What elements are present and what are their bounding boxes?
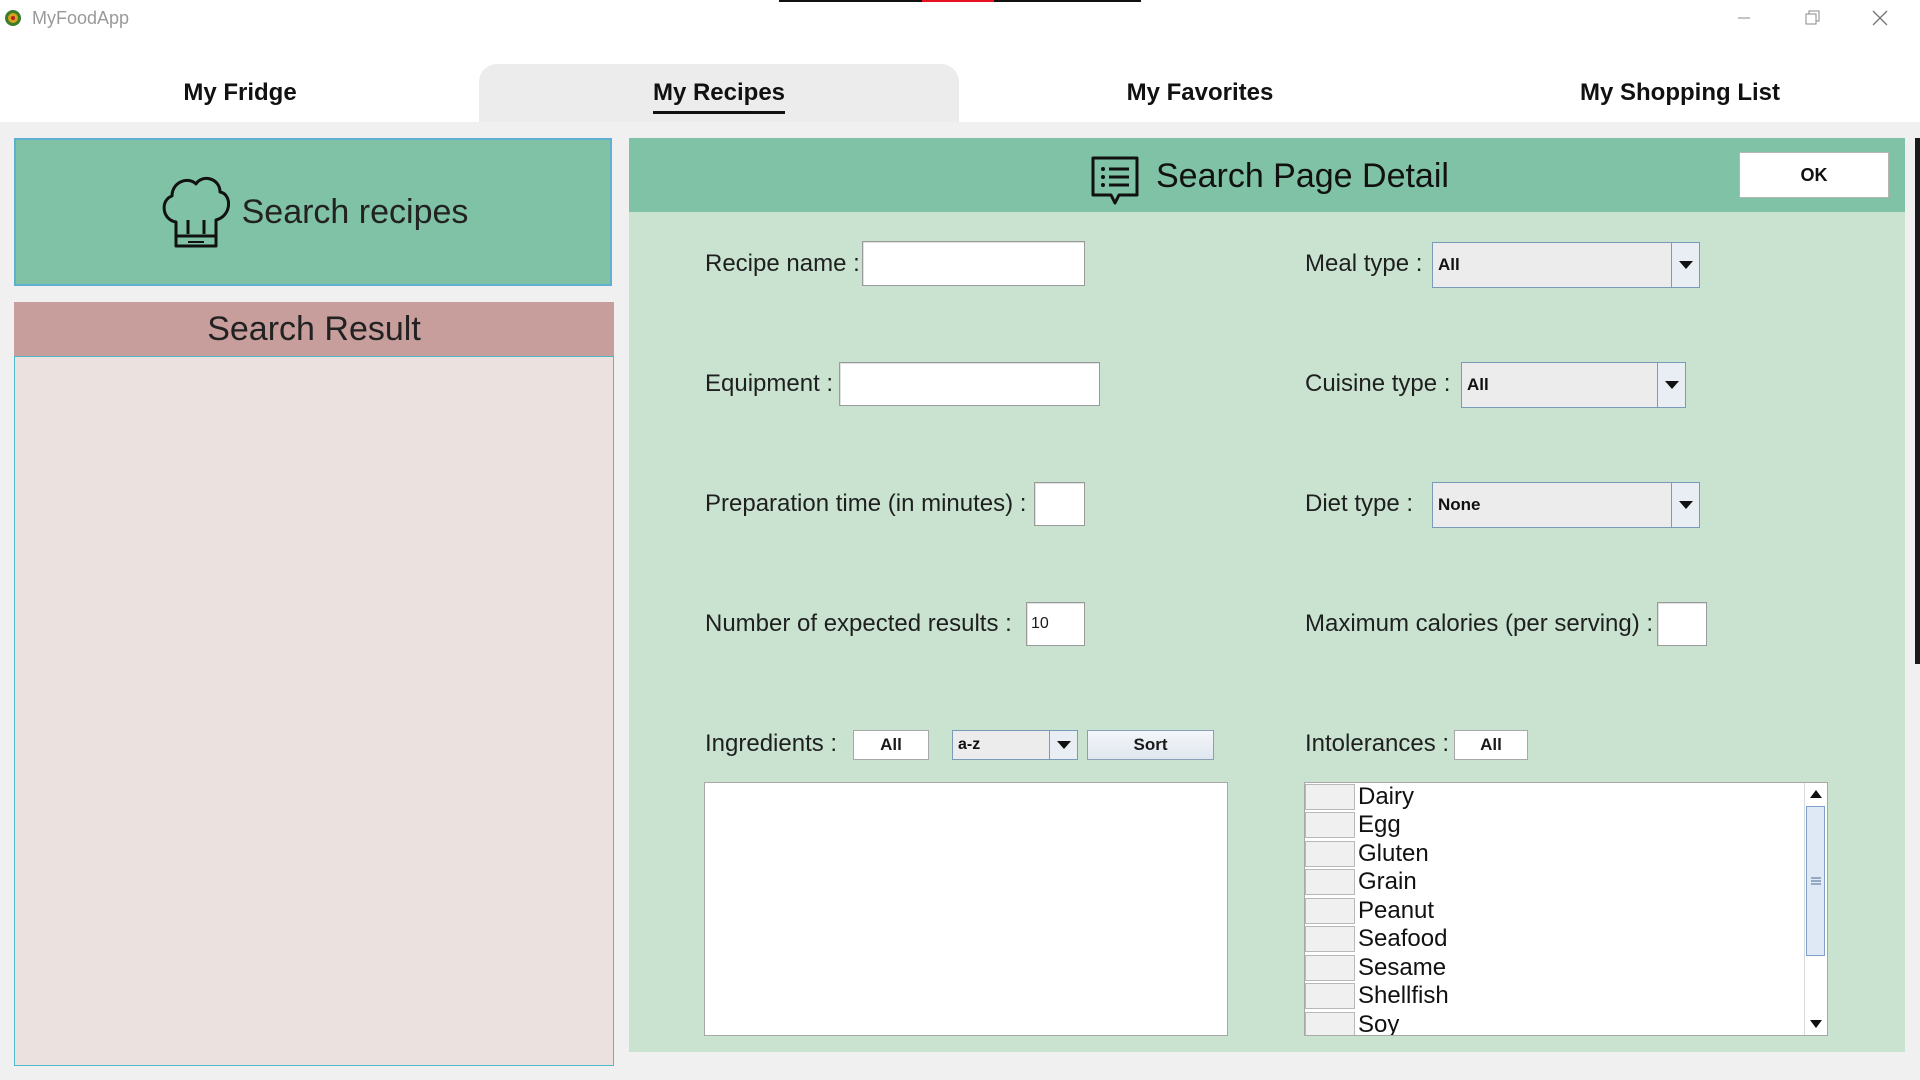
list-item[interactable]: Soy: [1305, 1011, 1400, 1036]
checkbox[interactable]: [1305, 784, 1355, 810]
search-recipes-label: Search recipes: [241, 192, 469, 231]
intolerance-label: Shellfish: [1358, 982, 1449, 1009]
chevron-down-icon: [1809, 1020, 1822, 1028]
equipment-input[interactable]: [839, 362, 1100, 406]
chevron-down-icon[interactable]: [1657, 363, 1685, 407]
num-results-label: Number of expected results :: [705, 610, 1012, 637]
checkbox[interactable]: [1305, 983, 1355, 1009]
cuisine-type-select[interactable]: All: [1461, 362, 1686, 408]
scroll-up-button[interactable]: [1804, 783, 1827, 805]
checkbox[interactable]: [1305, 1012, 1355, 1035]
tab-my-fridge[interactable]: My Fridge: [0, 64, 480, 122]
diet-type-label: Diet type :: [1305, 490, 1414, 517]
sort-order-value: a-z: [958, 736, 981, 753]
window-title: MyFoodApp: [32, 8, 130, 28]
meal-type-value: All: [1438, 255, 1460, 274]
intolerance-label: Seafood: [1358, 925, 1448, 952]
ingredients-sort-button[interactable]: Sort: [1087, 730, 1214, 760]
list-item[interactable]: Egg: [1305, 811, 1401, 839]
meal-type-label: Meal type :: [1305, 250, 1423, 277]
tab-label: My Shopping List: [1580, 79, 1780, 106]
minimize-icon: [1738, 17, 1750, 19]
restore-icon: [1805, 10, 1820, 25]
chevron-down-icon[interactable]: [1671, 483, 1699, 527]
checkbox[interactable]: [1305, 869, 1355, 895]
intolerances-all-button[interactable]: All: [1454, 730, 1528, 760]
tab-label: My Fridge: [183, 79, 297, 106]
list-item[interactable]: Seafood: [1305, 925, 1447, 953]
ingredients-sort-order-select[interactable]: a-z: [952, 730, 1078, 760]
meal-type-select[interactable]: All: [1432, 242, 1700, 288]
search-result-header: Search Result: [14, 302, 614, 356]
list-item[interactable]: Sesame: [1305, 954, 1446, 982]
grip-icon: [1810, 877, 1821, 885]
intolerance-label: Dairy: [1358, 783, 1415, 810]
num-results-input[interactable]: 10: [1026, 602, 1085, 646]
list-item[interactable]: Shellfish: [1305, 982, 1449, 1010]
equipment-label: Equipment :: [705, 370, 834, 397]
recipe-name-label: Recipe name :: [705, 250, 860, 277]
scrollbar-thumb[interactable]: [1806, 806, 1825, 956]
checkbox[interactable]: [1305, 955, 1355, 981]
list-item[interactable]: Peanut: [1305, 897, 1434, 925]
ingredients-all-button[interactable]: All: [853, 730, 929, 760]
ingredients-label: Ingredients :: [705, 730, 838, 757]
intolerances-label: Intolerances :: [1305, 730, 1450, 757]
list-document-icon: [1091, 156, 1139, 205]
close-button[interactable]: [1848, 0, 1912, 36]
restore-button[interactable]: [1780, 0, 1844, 36]
max-calories-input[interactable]: [1657, 602, 1707, 646]
close-icon: [1872, 10, 1888, 26]
diet-type-select[interactable]: None: [1432, 482, 1700, 528]
cuisine-type-value: All: [1467, 375, 1489, 394]
max-calories-label: Maximum calories (per serving) :: [1305, 610, 1654, 637]
checkbox[interactable]: [1305, 841, 1355, 867]
cuisine-type-label: Cuisine type :: [1305, 370, 1451, 397]
app-logo-icon: [5, 10, 21, 26]
chevron-down-icon[interactable]: [1671, 243, 1699, 287]
tab-label: My Recipes: [652, 79, 786, 114]
title-bar: [0, 0, 1920, 36]
intolerance-label: Grain: [1358, 868, 1417, 895]
chevron-up-icon: [1809, 790, 1822, 798]
intolerance-label: Gluten: [1358, 840, 1429, 867]
list-item[interactable]: Grain: [1305, 868, 1417, 896]
tab-my-favorites[interactable]: My Favorites: [960, 64, 1440, 122]
search-recipes-button[interactable]: Search recipes: [14, 138, 612, 286]
intolerance-label: Sesame: [1358, 954, 1447, 981]
tab-my-recipes[interactable]: My Recipes: [479, 64, 959, 122]
search-result-list[interactable]: [14, 356, 614, 1066]
chef-hat-icon: [162, 176, 230, 248]
prep-time-input[interactable]: [1034, 482, 1085, 526]
checkbox[interactable]: [1305, 898, 1355, 924]
search-detail-title: Search Page Detail: [1156, 157, 1449, 195]
prep-time-label: Preparation time (in minutes) :: [705, 490, 1027, 517]
list-item[interactable]: Gluten: [1305, 840, 1429, 868]
recipe-name-input[interactable]: [862, 241, 1085, 286]
diet-type-value: None: [1438, 495, 1481, 514]
checkbox[interactable]: [1305, 926, 1355, 952]
tab-my-shopping-list[interactable]: My Shopping List: [1440, 64, 1920, 122]
ok-button[interactable]: OK: [1739, 152, 1889, 198]
ingredients-list[interactable]: [704, 782, 1228, 1036]
intolerance-label: Peanut: [1358, 897, 1435, 924]
intolerance-label: Soy: [1358, 1011, 1400, 1036]
tab-label: My Favorites: [1126, 79, 1274, 106]
checkbox[interactable]: [1305, 812, 1355, 838]
title-drag-strip-highlight: [922, 0, 994, 2]
list-item[interactable]: Dairy: [1305, 783, 1414, 811]
minimize-button[interactable]: [1712, 0, 1776, 36]
scroll-down-button[interactable]: [1804, 1013, 1827, 1035]
intolerances-list[interactable]: Dairy Egg Gluten Grain Peanut Seafood Se…: [1304, 782, 1828, 1036]
window-edge-bar: [1915, 138, 1920, 664]
intolerance-label: Egg: [1358, 811, 1401, 838]
chevron-down-icon[interactable]: [1049, 731, 1077, 759]
